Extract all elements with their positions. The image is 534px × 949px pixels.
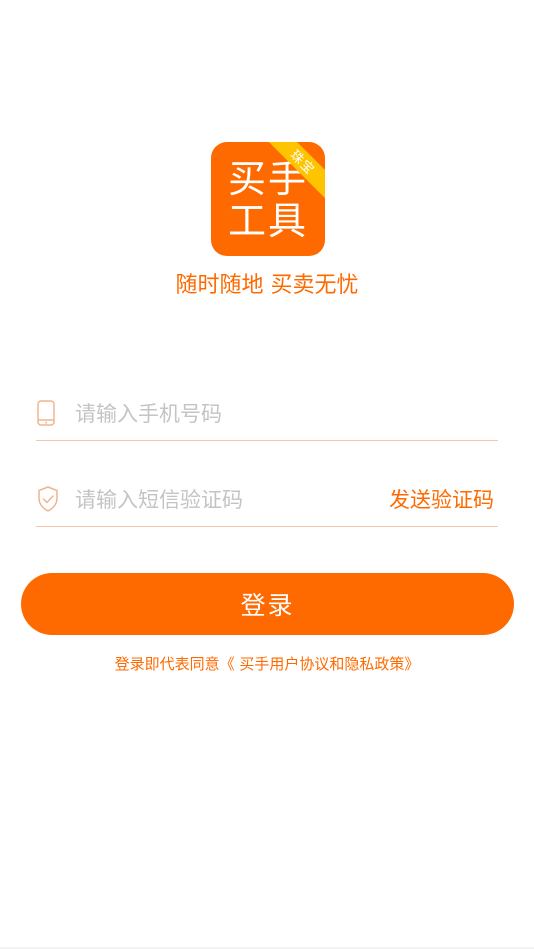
sms-code-field: 发送验证码: [36, 472, 498, 527]
phone-input[interactable]: [75, 398, 375, 430]
logo-text-line-2: 工具: [227, 199, 308, 243]
agreement-notice: 登录即代表同意《 买手用户协议和隐私政策》: [0, 653, 534, 675]
send-code-button[interactable]: 发送验证码: [389, 484, 494, 516]
agreement-prefix: 登录即代表同意: [114, 655, 220, 673]
login-button[interactable]: 登录: [21, 573, 514, 635]
sms-code-input[interactable]: [75, 484, 365, 516]
app-slogan: 随时随地 买卖无忧: [175, 273, 359, 298]
phone-icon: [37, 400, 55, 426]
app-logo: 买手 工具 珠宝: [211, 142, 325, 256]
agreement-link[interactable]: 《 买手用户协议和隐私政策》: [220, 655, 420, 673]
phone-field: [36, 386, 498, 441]
shield-check-icon: [38, 486, 58, 512]
